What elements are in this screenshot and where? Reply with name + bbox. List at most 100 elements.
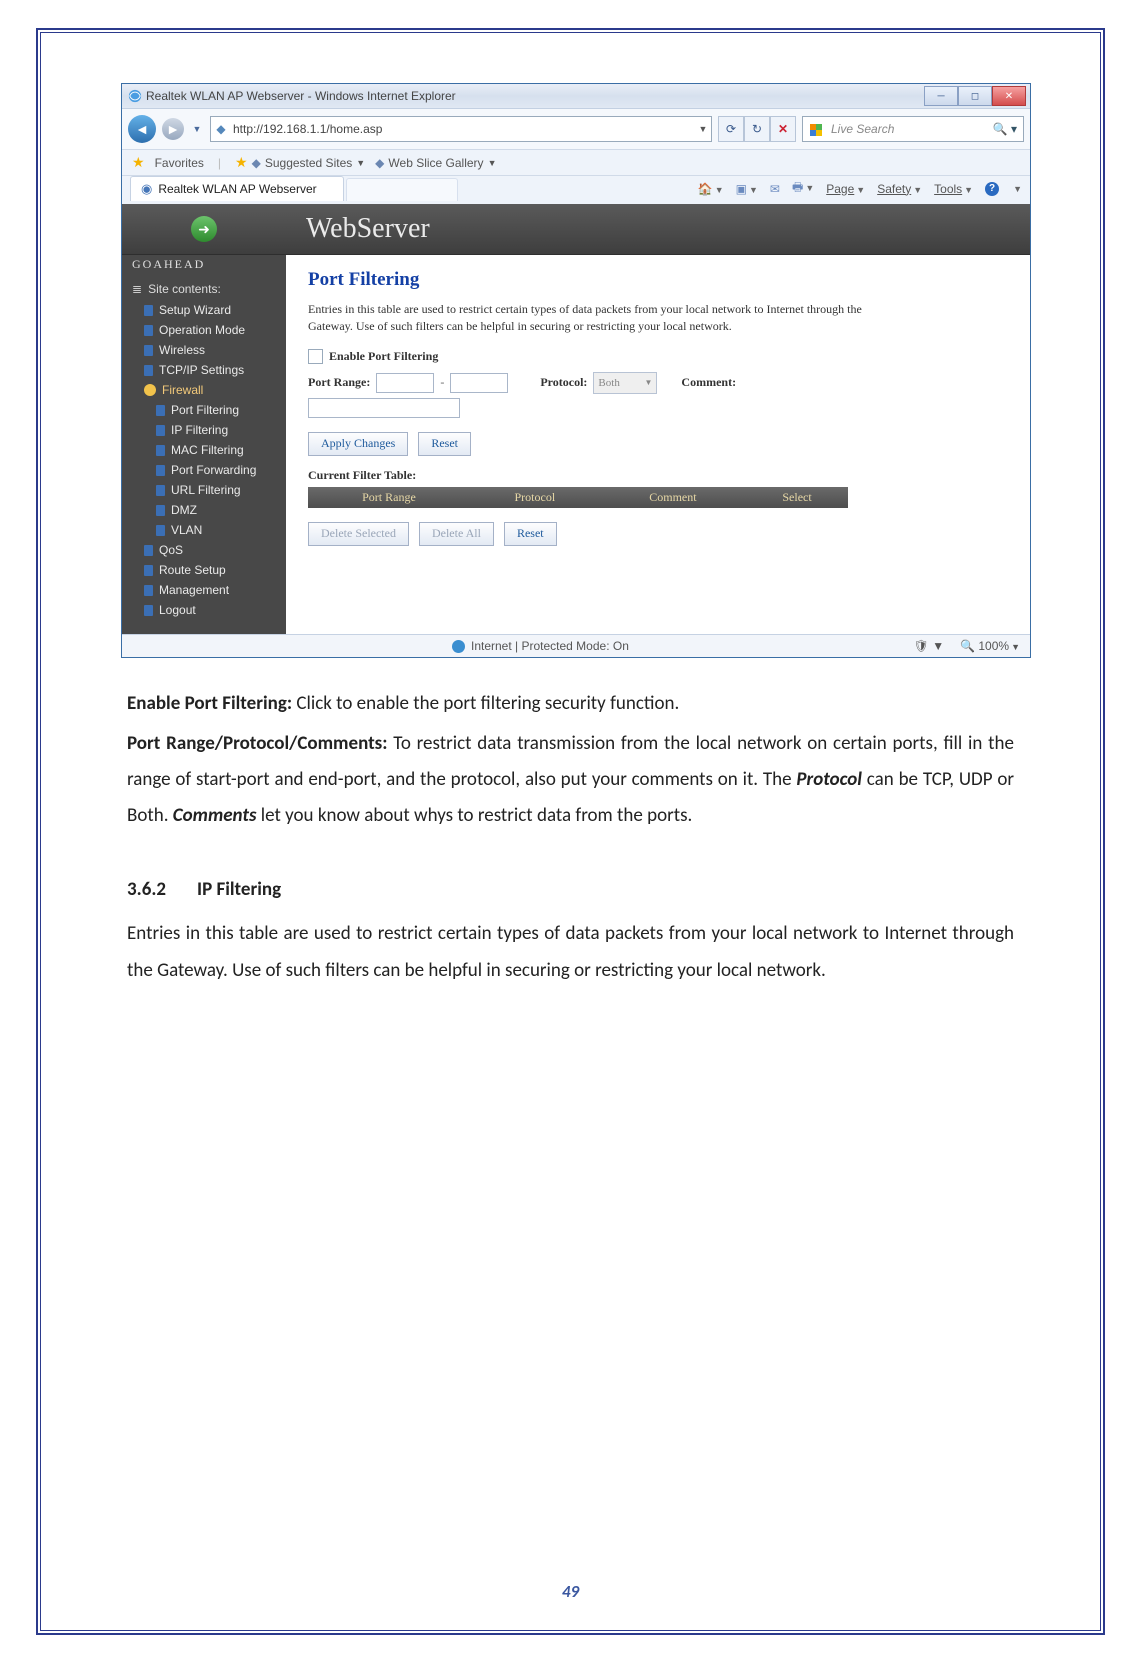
feeds-button[interactable]: ▣▼ [736,182,758,196]
home-button[interactable]: 🏠▼ [698,182,724,196]
sidebar-item-route-setup[interactable]: Route Setup [122,560,286,580]
ie-window: Realtek WLAN AP Webserver - Windows Inte… [121,83,1031,658]
ie-addressbar-row: ◄ ► ▼ ◆ http://192.168.1.1/home.asp ▼ ⟳ … [122,109,1030,150]
sidebar-item-port-forwarding[interactable]: Port Forwarding [122,460,286,480]
protected-mode-dropdown[interactable]: 🛡 ▼ [914,639,944,653]
compat-view-button[interactable]: ⟳ [718,116,744,142]
sidebar-item-setup-wizard[interactable]: Setup Wizard [122,300,286,320]
maximize-button[interactable]: ◻ [958,86,992,106]
safety-menu[interactable]: Safety▼ [877,182,922,196]
th-select: Select [746,487,848,508]
sidebar-item-logout[interactable]: Logout [122,600,286,620]
delete-all-button[interactable]: Delete All [419,522,494,546]
webserver-title: WebServer [306,213,430,245]
stop-button[interactable]: ✕ [770,116,796,142]
filter-table: Port Range Protocol Comment Select [308,487,848,508]
sidebar-header: ≣Site contents: [122,278,286,300]
sidebar-item-vlan[interactable]: VLAN [122,520,286,540]
ie-command-bar: 🏠▼ ▣▼ ✉ 🖶▼ Page▼ Safety▼ Tools▼ ?▼ [698,178,1022,199]
page-number: 49 [41,1581,1100,1602]
page-viewport: ➜ GOAHEAD ≣Site contents: Setup Wizard O… [122,204,1030,634]
search-provider-icon [803,121,829,137]
th-port-range: Port Range [308,487,470,508]
page-title: Port Filtering [308,269,1008,291]
comment-label: Comment: [681,375,736,390]
page-menu[interactable]: Page▼ [826,182,865,196]
tab-title: Realtek WLAN AP Webserver [158,182,316,196]
comment-input[interactable] [308,398,460,418]
heading-3-6-2: 3.6.2IP Filtering [127,872,1014,908]
sidebar-item-ip-filtering[interactable]: IP Filtering [122,420,286,440]
address-input[interactable]: ◆ http://192.168.1.1/home.asp ▼ [210,116,712,142]
reset-button[interactable]: Reset [418,432,471,456]
para-ip-filtering: Entries in this table are used to restri… [127,916,1014,988]
para-port-range: Port Range/Protocol/Comments: To restric… [127,726,1014,834]
suggested-sites-link[interactable]: ★ ◆ Suggested Sites ▼ [235,154,365,171]
ie-tab-row: ◉ Realtek WLAN AP Webserver 🏠▼ ▣▼ ✉ 🖶▼ P… [122,176,1030,204]
sidebar-item-url-filtering[interactable]: URL Filtering [122,480,286,500]
back-button[interactable]: ◄ [128,115,156,143]
forward-button[interactable]: ► [162,118,184,140]
print-button[interactable]: 🖶▼ [792,178,814,199]
ie-favorites-bar: ★ Favorites | ★ ◆ Suggested Sites ▼ ◆ We… [122,150,1030,176]
main-panel: WebServer Port Filtering Entries in this… [286,204,1030,634]
window-controls: ─ ◻ ✕ [924,86,1026,106]
tools-menu[interactable]: Tools▼ [934,182,973,196]
browser-tab[interactable]: ◉ Realtek WLAN AP Webserver [130,176,344,201]
favorites-label[interactable]: Favorites [155,156,204,170]
port-range-label: Port Range: [308,375,370,390]
internet-zone-icon [452,640,465,653]
refresh-button[interactable]: ↻ [744,116,770,142]
document-body: Enable Port Filtering: Click to enable t… [127,686,1014,989]
minimize-button[interactable]: ─ [924,86,958,106]
page-description: Entries in this table are used to restri… [308,301,898,335]
sidebar-item-qos[interactable]: QoS [122,540,286,560]
para-enable: Enable Port Filtering: Click to enable t… [127,686,1014,722]
protocol-select[interactable]: Both▼ [593,372,657,394]
apply-changes-button[interactable]: Apply Changes [308,432,408,456]
page-icon: ◆ [211,122,231,136]
enable-port-filtering-label: Enable Port Filtering [329,349,438,364]
webslice-gallery-link[interactable]: ◆ Web Slice Gallery ▼ [375,156,496,170]
sidebar-item-management[interactable]: Management [122,580,286,600]
dash-icon: - [440,375,444,390]
sidebar-item-tcpip[interactable]: TCP/IP Settings [122,360,286,380]
expand-icon [144,384,156,396]
star-icon: ★ [235,154,248,171]
sidebar-item-firewall[interactable]: Firewall [122,380,286,400]
zoom-control[interactable]: 🔍 100%▼ [960,639,1020,653]
th-comment: Comment [600,487,746,508]
ie-statusbar: Internet | Protected Mode: On 🛡 ▼ 🔍 100%… [122,634,1030,657]
address-dropdown-icon[interactable]: ▼ [695,124,711,134]
router-logo: ➜ [122,204,286,255]
sidebar-item-mac-filtering[interactable]: MAC Filtering [122,440,286,460]
sidebar-item-operation-mode[interactable]: Operation Mode [122,320,286,340]
filter-table-label: Current Filter Table: [308,468,1008,483]
search-go-icon[interactable]: 🔍 ▾ [981,122,1023,136]
th-protocol: Protocol [470,487,600,508]
ie-titlebar: Realtek WLAN AP Webserver - Windows Inte… [122,84,1030,109]
address-url: http://192.168.1.1/home.asp [231,122,695,136]
protocol-label: Protocol: [540,375,587,390]
reset-button-2[interactable]: Reset [504,522,557,546]
port-range-end-input[interactable] [450,373,508,393]
sidebar-item-dmz[interactable]: DMZ [122,500,286,520]
port-range-start-input[interactable] [376,373,434,393]
sidebar-item-port-filtering[interactable]: Port Filtering [122,400,286,420]
main-banner: WebServer [286,204,1030,255]
readmail-button[interactable]: ✉ [770,182,780,196]
favorites-star-icon[interactable]: ★ [132,154,145,171]
chevron-down-icon: ▼ [645,378,653,387]
search-box[interactable]: Live Search 🔍 ▾ [802,116,1024,142]
window-title: Realtek WLAN AP Webserver - Windows Inte… [146,89,456,103]
tab-page-icon: ◉ [141,181,152,197]
sidebar-item-wireless[interactable]: Wireless [122,340,286,360]
enable-port-filtering-checkbox[interactable] [308,349,323,364]
search-placeholder: Live Search [829,122,981,136]
arrow-icon: ➜ [191,216,217,242]
close-button[interactable]: ✕ [992,86,1026,106]
new-tab-button[interactable] [346,178,458,201]
history-dropdown[interactable]: ▼ [190,122,204,136]
help-button[interactable]: ? [985,182,999,196]
delete-selected-button[interactable]: Delete Selected [308,522,409,546]
